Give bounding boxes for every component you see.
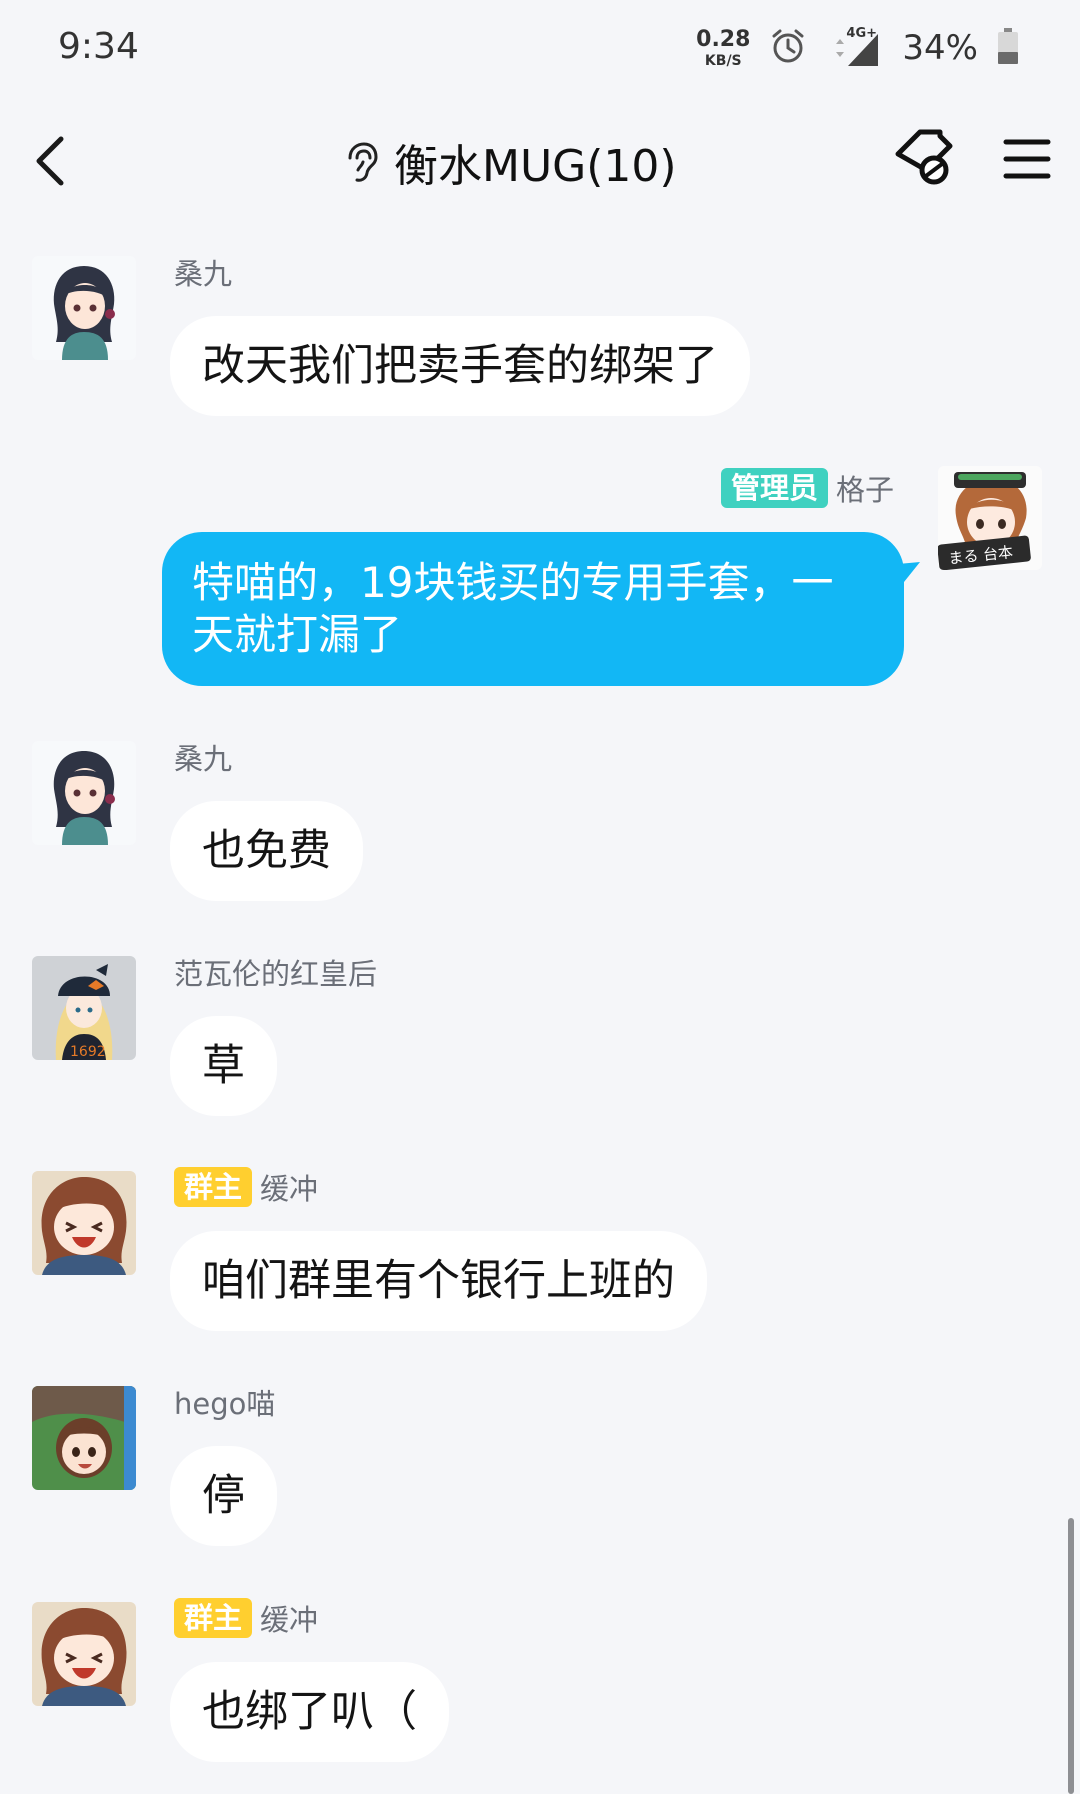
sender-name[interactable]: 范瓦伦的红皇后 — [174, 951, 377, 993]
sender-name[interactable]: 桑九 — [174, 736, 232, 778]
avatar[interactable]: まる 台本 — [938, 466, 1042, 570]
signal-icon: 4G+ — [826, 26, 884, 68]
status-icons: 0.28 KB/S 4G+ 34% — [696, 22, 1020, 74]
sender-name[interactable]: 格子 — [836, 467, 894, 509]
sender-row: hego喵 — [174, 1380, 275, 1424]
sender-name[interactable]: hego喵 — [174, 1381, 275, 1423]
network-speed-value: 0.28 — [696, 26, 751, 52]
sender-name[interactable]: 缓冲 — [260, 1166, 318, 1208]
message-bubble[interactable]: 草 — [170, 1016, 277, 1116]
scrollbar[interactable] — [1068, 1518, 1074, 1794]
battery-percent: 34% — [902, 28, 978, 68]
avatar[interactable]: 1692 — [32, 956, 136, 1060]
message-text: 停 — [202, 1471, 245, 1521]
avatar[interactable] — [32, 1386, 136, 1490]
admin-badge: 管理员 — [720, 468, 828, 508]
message-bubble[interactable]: 停 — [170, 1446, 277, 1546]
sender-row: 群主 缓冲 — [174, 1165, 318, 1209]
message-text: 改天我们把卖手套的绑架了 — [202, 341, 718, 391]
message-text: 也免费 — [202, 826, 331, 876]
hamburger-menu-icon — [1003, 139, 1051, 179]
ear-mode-icon — [340, 140, 380, 184]
sender-name[interactable]: 缓冲 — [260, 1597, 318, 1639]
back-arrow-icon — [36, 136, 64, 186]
status-time: 9:34 — [58, 26, 139, 67]
sender-name[interactable]: 桑九 — [174, 251, 232, 293]
chat-title-area[interactable]: 衡水MUG(10) — [340, 130, 677, 194]
owner-badge: 群主 — [174, 1598, 253, 1638]
avatar[interactable] — [32, 256, 136, 360]
sender-row: 管理员 格子 — [720, 466, 894, 510]
sender-row: 群主 缓冲 — [174, 1596, 318, 1640]
chat-header: 衡水MUG(10) — [0, 96, 1080, 228]
back-button[interactable] — [22, 126, 78, 196]
chat-title: 衡水MUG(10) — [394, 141, 677, 192]
message-bubble-self[interactable]: 特喵的，19块钱买的专用手套，一天就打漏了 — [162, 532, 904, 686]
bubble-tail — [898, 562, 920, 582]
group-tag-button[interactable] — [890, 124, 960, 194]
message-text: 也绑了叭（ — [202, 1687, 417, 1737]
battery-icon — [996, 26, 1020, 70]
message-bubble[interactable]: 改天我们把卖手套的绑架了 — [170, 316, 750, 416]
network-type: 4G+ — [846, 26, 878, 41]
network-speed: 0.28 KB/S — [696, 26, 751, 69]
message-text: 草 — [202, 1041, 245, 1091]
status-bar: 9:34 0.28 KB/S 4G+ 34% — [0, 0, 1080, 96]
avatar[interactable] — [32, 1602, 136, 1706]
svg-text:1692: 1692 — [70, 1044, 106, 1060]
alarm-icon — [768, 26, 808, 70]
sender-row: 桑九 — [174, 735, 232, 779]
owner-badge: 群主 — [174, 1167, 253, 1207]
avatar[interactable] — [32, 1171, 136, 1275]
sender-row: 桑九 — [174, 250, 232, 294]
avatar[interactable] — [32, 741, 136, 845]
message-bubble[interactable]: 也免费 — [170, 801, 363, 901]
menu-button[interactable] — [1002, 134, 1052, 184]
message-bubble[interactable]: 也绑了叭（ — [170, 1662, 449, 1762]
message-text: 特喵的，19块钱买的专用手套，一天就打漏了 — [192, 558, 834, 659]
network-speed-unit: KB/S — [704, 52, 742, 69]
message-bubble[interactable]: 咱们群里有个银行上班的 — [170, 1231, 707, 1331]
tag-link-icon — [895, 129, 953, 185]
message-text: 咱们群里有个银行上班的 — [202, 1256, 675, 1306]
sender-row: 范瓦伦的红皇后 — [174, 950, 377, 994]
